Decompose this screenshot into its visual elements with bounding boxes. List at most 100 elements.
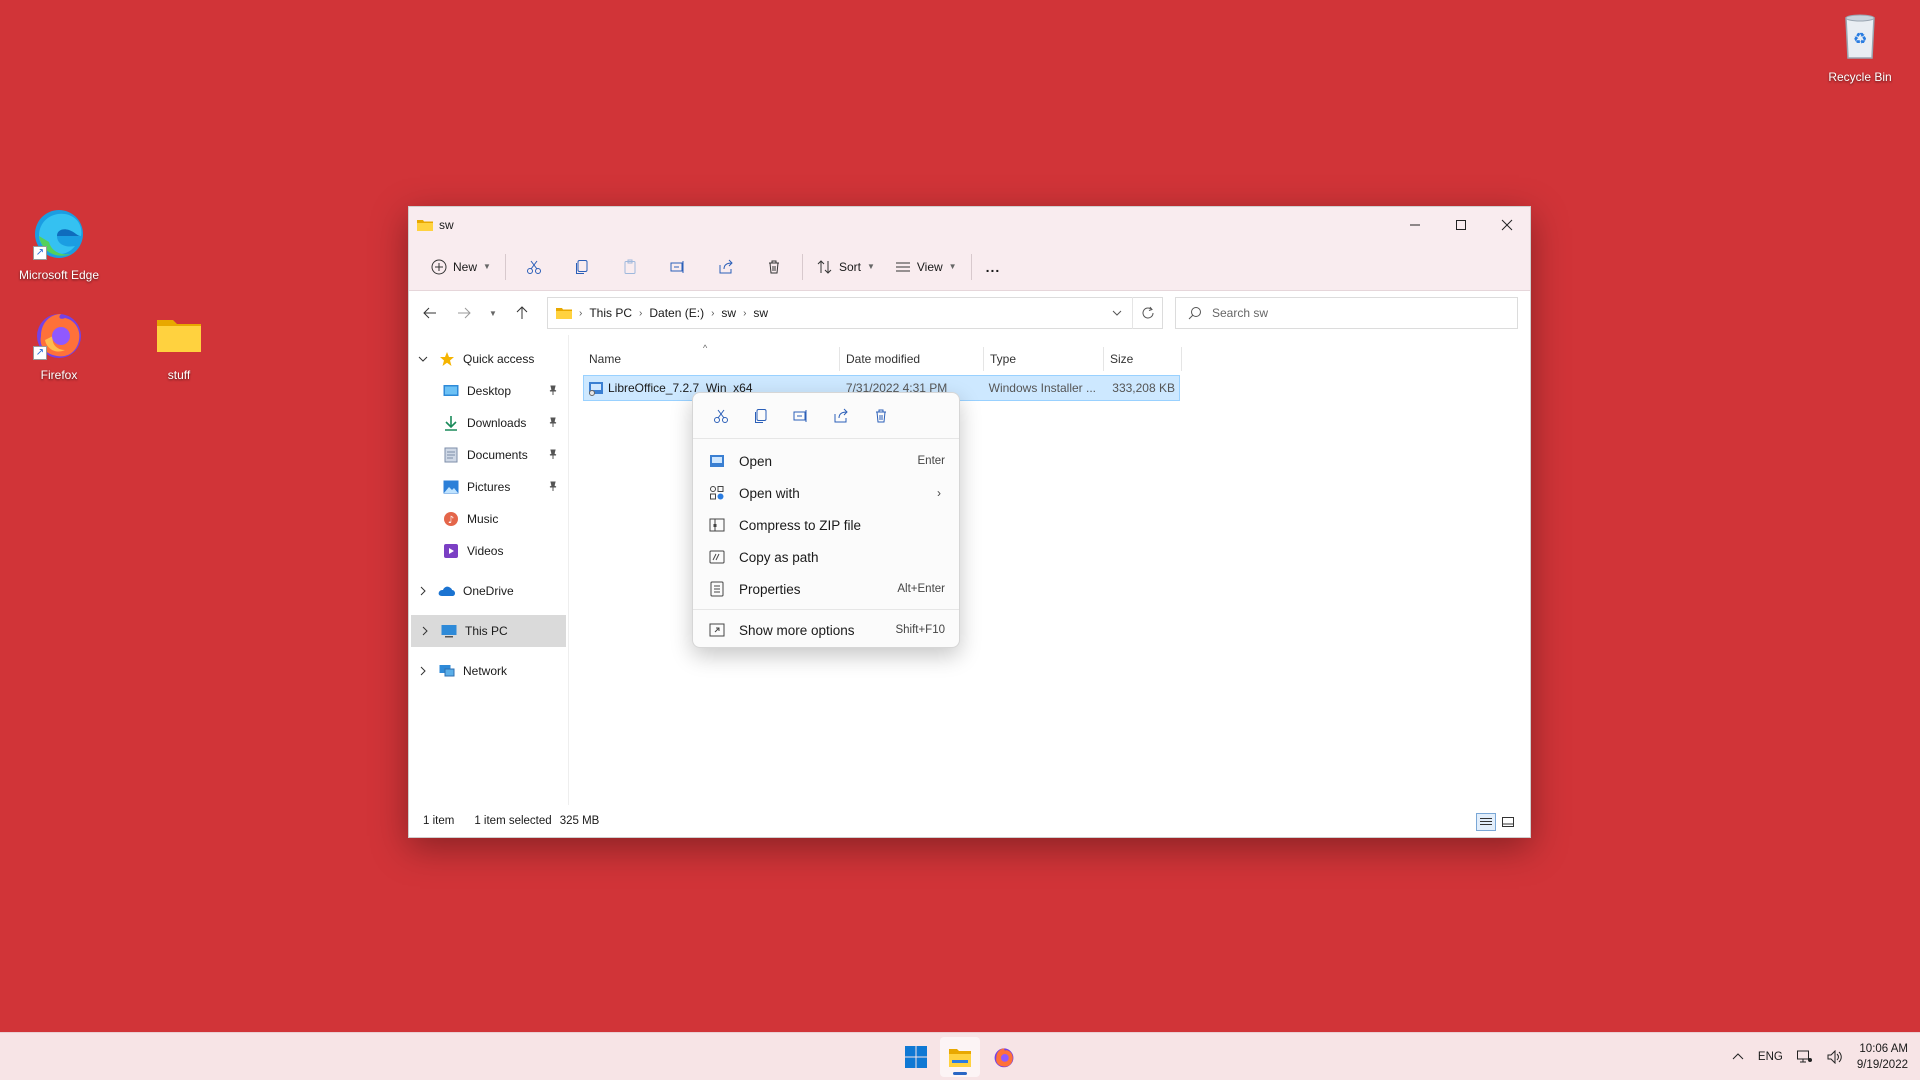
column-label: Type xyxy=(990,352,1017,366)
context-item-compress-zip[interactable]: Compress to ZIP file xyxy=(693,509,959,541)
context-item-show-more[interactable]: Show more options Shift+F10 xyxy=(693,614,959,646)
clock[interactable]: 10:06 AM 9/19/2022 xyxy=(1857,1041,1908,1073)
desktop-icon-stuff[interactable]: stuff xyxy=(124,306,234,383)
title-bar[interactable]: sw xyxy=(409,207,1530,243)
up-button[interactable] xyxy=(505,297,539,329)
taskbar-firefox[interactable] xyxy=(984,1037,1024,1077)
copy-button[interactable] xyxy=(558,251,606,283)
desktop-icon-firefox[interactable]: ↗ Firefox xyxy=(4,306,114,383)
context-item-shortcut: Alt+Enter xyxy=(897,583,945,595)
nav-label: OneDrive xyxy=(463,584,514,598)
context-share-button[interactable] xyxy=(821,400,861,432)
minimize-button[interactable] xyxy=(1392,207,1438,243)
nav-item-videos[interactable]: Videos xyxy=(409,535,568,567)
minimize-icon xyxy=(1410,224,1420,226)
volume-icon[interactable] xyxy=(1827,1050,1843,1064)
pin-icon xyxy=(548,481,558,491)
downloads-icon xyxy=(441,415,461,431)
desktop-icon-recycle-bin[interactable]: ♻ Recycle Bin xyxy=(1805,8,1915,85)
context-item-open-with[interactable]: Open with › xyxy=(693,477,959,509)
taskbar-apps xyxy=(896,1037,1024,1077)
column-header-name[interactable]: Name ^ xyxy=(583,343,840,371)
context-delete-button[interactable] xyxy=(861,400,901,432)
nav-this-pc[interactable]: This PC xyxy=(411,615,566,647)
paste-button[interactable] xyxy=(606,251,654,283)
firefox-icon xyxy=(994,1048,1014,1068)
rename-button[interactable] xyxy=(654,251,702,283)
column-header-type[interactable]: Type xyxy=(984,347,1104,371)
address-history-button[interactable] xyxy=(1102,297,1132,329)
arrow-left-icon xyxy=(423,307,436,319)
maximize-button[interactable] xyxy=(1438,207,1484,243)
view-list-icon xyxy=(895,262,910,271)
nav-item-downloads[interactable]: Downloads xyxy=(409,407,568,439)
breadcrumb-sw[interactable]: sw xyxy=(717,306,740,320)
network-status-icon[interactable] xyxy=(1796,1050,1813,1064)
recent-locations-button[interactable]: ▼ xyxy=(481,297,505,329)
context-item-copy-path[interactable]: Copy as path xyxy=(693,541,959,573)
forward-button[interactable] xyxy=(447,297,481,329)
sort-button[interactable]: Sort ▼ xyxy=(807,251,885,283)
tiles-view-button[interactable] xyxy=(1498,813,1518,831)
status-item-count: 1 item xyxy=(423,815,455,827)
see-more-button[interactable]: ... xyxy=(976,251,1011,283)
back-button[interactable] xyxy=(413,297,447,329)
column-header-date[interactable]: Date modified xyxy=(840,347,984,371)
chevron-right-icon: › xyxy=(937,486,941,500)
toolbar-divider xyxy=(504,253,506,280)
desktop-icon-label: stuff xyxy=(167,368,191,382)
nav-item-desktop[interactable]: Desktop xyxy=(409,375,568,407)
breadcrumb-drive[interactable]: Daten (E:) xyxy=(645,306,708,320)
close-button[interactable] xyxy=(1484,207,1530,243)
open-with-icon xyxy=(707,485,727,501)
column-header-size[interactable]: Size xyxy=(1104,347,1182,371)
computer-icon xyxy=(439,624,459,638)
nav-network[interactable]: Network xyxy=(409,655,568,687)
scissors-icon xyxy=(714,409,728,423)
nav-label: Desktop xyxy=(467,384,512,398)
input-language[interactable]: ENG xyxy=(1758,1051,1783,1063)
file-explorer-window: sw New ▼ Sort ▼ View ▼ ... ▼ › This PC ›… xyxy=(408,206,1531,838)
details-view-button[interactable] xyxy=(1476,813,1496,831)
status-selected: 1 item selected xyxy=(474,815,552,827)
breadcrumb-sw-current[interactable]: sw xyxy=(749,306,772,320)
refresh-icon xyxy=(1142,306,1153,319)
delete-button[interactable] xyxy=(750,251,798,283)
cloud-icon xyxy=(437,585,457,597)
new-button[interactable]: New ▼ xyxy=(421,251,501,283)
breadcrumb-this-pc[interactable]: This PC xyxy=(585,306,636,320)
context-rename-button[interactable] xyxy=(781,400,821,432)
refresh-button[interactable] xyxy=(1132,297,1162,329)
share-button[interactable] xyxy=(702,251,750,283)
show-hidden-icons-button[interactable] xyxy=(1732,1051,1744,1063)
search-input[interactable] xyxy=(1212,306,1492,320)
search-box[interactable] xyxy=(1175,297,1518,329)
context-cut-button[interactable] xyxy=(701,400,741,432)
nav-item-music[interactable]: ♪ Music xyxy=(409,503,568,535)
breadcrumb-chevron-icon: › xyxy=(579,307,583,319)
context-item-properties[interactable]: Properties Alt+Enter xyxy=(693,573,959,605)
status-bar: 1 item 1 item selected 325 MB xyxy=(409,805,1530,837)
taskbar-file-explorer[interactable] xyxy=(940,1037,980,1077)
address-bar[interactable]: › This PC › Daten (E:) › sw › sw xyxy=(547,297,1163,329)
context-item-label: Open with xyxy=(739,485,800,501)
nav-onedrive[interactable]: OneDrive xyxy=(409,575,568,607)
nav-quick-access[interactable]: Quick access xyxy=(409,343,568,375)
chevron-right-icon xyxy=(409,666,437,676)
context-copy-button[interactable] xyxy=(741,400,781,432)
share-icon xyxy=(834,408,848,422)
more-ellipsis-icon: ... xyxy=(985,258,1001,275)
share-icon xyxy=(719,259,733,273)
desktop-icon-edge[interactable]: ↗ Microsoft Edge xyxy=(4,206,114,283)
context-item-open[interactable]: Open Enter xyxy=(693,445,959,477)
chevron-right-icon xyxy=(409,586,437,596)
column-headers: Name ^ Date modified Type Size xyxy=(583,343,1182,371)
cut-button[interactable] xyxy=(510,251,558,283)
nav-item-documents[interactable]: Documents xyxy=(409,439,568,471)
clock-time: 10:06 AM xyxy=(1859,1043,1908,1055)
nav-item-pictures[interactable]: Pictures xyxy=(409,471,568,503)
view-button[interactable]: View ▼ xyxy=(885,251,967,283)
videos-icon xyxy=(441,543,461,559)
start-button[interactable] xyxy=(896,1037,936,1077)
rename-icon xyxy=(670,260,684,273)
